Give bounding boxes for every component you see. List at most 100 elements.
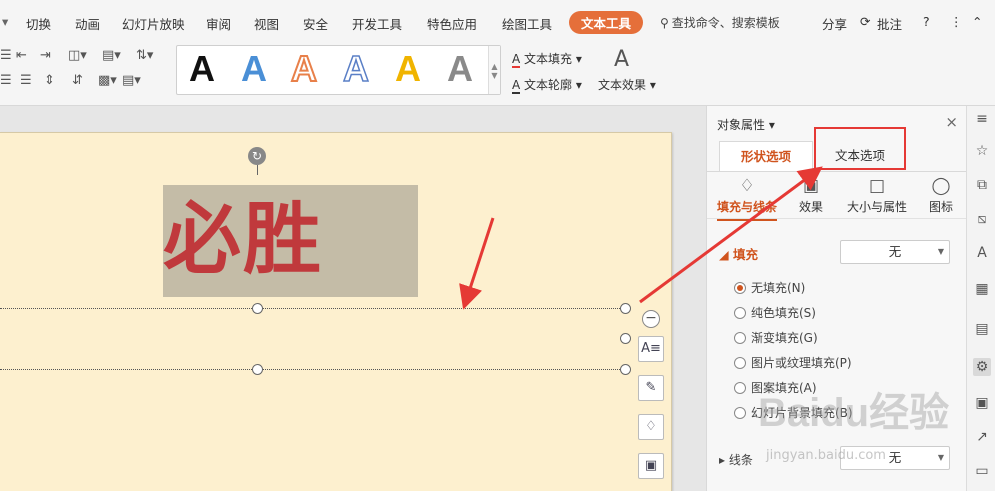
image-icon[interactable]: ▣	[973, 394, 991, 412]
share-button[interactable]: 分享	[822, 14, 847, 33]
radio-solid-fill[interactable]: 纯色填充(S)	[734, 304, 816, 321]
shapes-icon[interactable]: ⧅	[973, 210, 991, 228]
properties-icon[interactable]: ⚙	[973, 358, 991, 376]
export-icon[interactable]: ↗	[973, 428, 991, 446]
indent-left-icon[interactable]: ☰	[0, 48, 12, 63]
text-direction-icon[interactable]: ⇵	[72, 73, 83, 88]
gallery-scroll-icon[interactable]: ▲ ▼	[488, 46, 500, 94]
menu-developer[interactable]: 开发工具	[352, 14, 402, 33]
size-icon: □	[868, 176, 886, 196]
subtab-icon[interactable]: ◯ 图标	[929, 176, 953, 215]
property-subtabs: ♢ 填充与线条 ▣ 效果 □ 大小与属性 ◯ 图标	[707, 171, 967, 221]
text-effect-icon[interactable]: A	[614, 47, 629, 72]
radio-dot	[734, 381, 746, 394]
search-box[interactable]: ⚲ 查找命令、搜索模板	[660, 14, 780, 31]
art-style-blue[interactable]: A	[241, 48, 267, 90]
copy-icon[interactable]: ⧉	[973, 176, 991, 194]
close-icon[interactable]: ×	[945, 113, 958, 131]
art-style-orange-outline[interactable]: A	[290, 47, 318, 90]
fill-bucket-icon[interactable]: ♢	[638, 414, 664, 440]
radio-dot	[734, 406, 746, 419]
effects-icon: ▣	[802, 176, 820, 196]
more-icon[interactable]: ⋮	[950, 14, 963, 29]
grid-icon[interactable]: ▦	[973, 280, 991, 298]
window-icon[interactable]: ▭	[973, 462, 991, 480]
menu-slideshow[interactable]: 幻灯片放映	[122, 14, 185, 33]
menu-view[interactable]: 视图	[254, 14, 279, 33]
menu-review[interactable]: 审阅	[206, 14, 231, 33]
text-outline-button[interactable]: A 文本轮廓 ▾	[512, 76, 582, 94]
resize-handle-bottom-right[interactable]	[620, 364, 631, 375]
menu-text-tools[interactable]: 文本工具	[569, 11, 644, 34]
resize-handle-bottom[interactable]	[252, 364, 263, 375]
help-button[interactable]: ?	[923, 14, 930, 29]
art-text-gallery: A A A A A A ▲ ▼	[176, 45, 501, 95]
resize-handle-top[interactable]	[252, 303, 263, 314]
art-style-blue-outline[interactable]: A	[342, 47, 370, 90]
right-sidebar: ≡ ☆ ⧉ ⧅ A ▦ ▤ ⚙ ▣ ↗ ▭	[966, 106, 995, 491]
text-format-icon[interactable]: A≡	[638, 336, 664, 362]
rotate-handle-icon[interactable]: ↻	[248, 147, 266, 165]
para-spacing-icon[interactable]: ⇕	[44, 73, 55, 88]
comment-icon[interactable]: ⟳	[860, 14, 870, 29]
line-spacing-icon[interactable]: ⇅▾	[136, 48, 153, 63]
radio-dot	[734, 356, 746, 369]
collapse-ribbon-icon[interactable]: ⌃	[972, 14, 982, 29]
menu-bar: ▾ 切换 动画 幻灯片放映 审阅 视图 安全 开发工具 特色应用 绘图工具 文本…	[0, 0, 995, 44]
resize-handle-right[interactable]	[620, 333, 631, 344]
menu-security[interactable]: 安全	[303, 14, 328, 33]
slide-canvas: 必胜 ↻ − A≡ ✎ ♢ ▣	[0, 106, 706, 491]
radio-dot	[734, 281, 746, 294]
radio-picture-fill[interactable]: 图片或纹理填充(P)	[734, 354, 852, 371]
distribute-icon[interactable]: ☰	[20, 73, 32, 88]
text-effect-button[interactable]: 文本效果 ▾	[598, 76, 656, 93]
ribbon: ☰ ⇤ ⇥ ◫▾ ▤▾ ⇅▾ ☰ ☰ ⇕ ⇵ ▩▾ ▤▾ A A A A A A…	[0, 44, 995, 106]
decrease-indent-icon[interactable]: ⇤	[16, 48, 27, 63]
line-section-header[interactable]: ▸ 线条	[719, 451, 753, 468]
art-style-gray[interactable]: A	[447, 48, 473, 90]
zoom-out-icon[interactable]: −	[642, 310, 660, 328]
subtab-size-properties[interactable]: □ 大小与属性	[847, 176, 907, 215]
subtab-fill-line[interactable]: ♢ 填充与线条	[717, 176, 778, 221]
fill-section-header[interactable]: ◢ 填充	[719, 244, 758, 263]
star-icon[interactable]: ☆	[973, 142, 991, 160]
chart-icon[interactable]: ▤	[973, 320, 991, 338]
columns-icon[interactable]: ◫▾	[68, 48, 87, 63]
align-text-icon[interactable]: ▩▾	[98, 73, 117, 88]
menu-drawing-tools[interactable]: 绘图工具	[502, 14, 552, 33]
slide[interactable]: 必胜 ↻	[0, 132, 672, 491]
align-box-icon[interactable]: ▤▾	[102, 48, 121, 63]
radio-gradient-fill[interactable]: 渐变填充(G)	[734, 329, 818, 346]
menu-overflow-icon[interactable]: ▾	[2, 14, 8, 29]
comment-button[interactable]: 批注	[877, 14, 902, 33]
text-box-icon[interactable]: ▤▾	[122, 73, 141, 88]
text-outline-icon: A	[512, 78, 521, 94]
justify-icon[interactable]: ☰	[0, 73, 12, 88]
chevron-down-icon: ▼	[937, 247, 944, 256]
menu-special[interactable]: 特色应用	[427, 14, 477, 33]
search-icon: ⚲	[660, 15, 669, 30]
brush-icon[interactable]: ✎	[638, 375, 664, 401]
highlight-box	[814, 127, 906, 170]
text-style-icon[interactable]: A	[973, 244, 991, 262]
rotate-stem	[257, 165, 258, 175]
radio-no-fill[interactable]: 无填充(N)	[734, 279, 805, 296]
border-style-icon[interactable]: ▣	[638, 453, 664, 479]
shape-icon: ◯	[931, 176, 951, 196]
tab-shape-options[interactable]: 形状选项	[719, 141, 813, 171]
text-fill-button[interactable]: A 文本填充 ▾	[512, 50, 582, 68]
pane-title[interactable]: 对象属性 ▾	[717, 116, 775, 133]
textbox-border-top	[0, 308, 626, 309]
menu-animation[interactable]: 动画	[75, 14, 100, 33]
fill-dropdown[interactable]: 无 ▼	[840, 240, 950, 264]
art-style-gold[interactable]: A	[395, 48, 421, 90]
menu-switch[interactable]: 切换	[26, 14, 51, 33]
radio-dot	[734, 331, 746, 344]
subtab-effects[interactable]: ▣ 效果	[799, 176, 823, 215]
slide-text[interactable]: 必胜	[163, 177, 323, 289]
art-style-black[interactable]: A	[189, 48, 215, 90]
resize-handle-top-right[interactable]	[620, 303, 631, 314]
chevron-down-icon: ▼	[937, 453, 944, 462]
increase-indent-icon[interactable]: ⇥	[40, 48, 51, 63]
baidu-watermark-logo: Baidu经验	[758, 391, 950, 435]
